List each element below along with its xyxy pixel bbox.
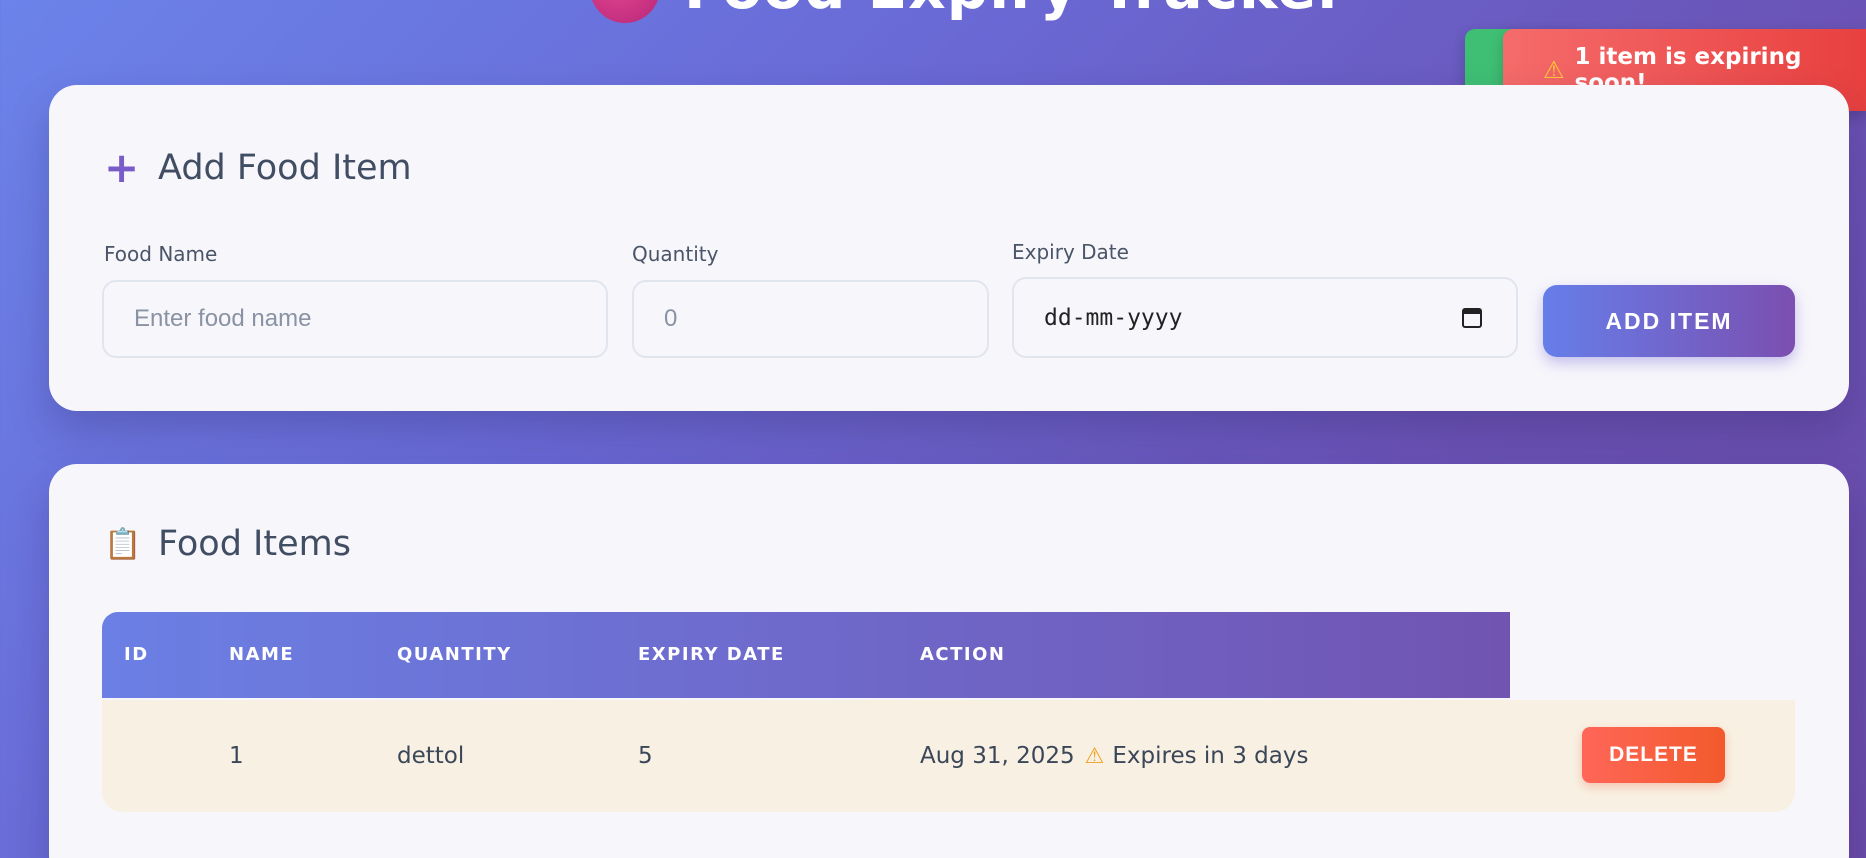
warning-triangle-icon: ⚠ bbox=[1084, 744, 1105, 769]
food-name-placeholder: Enter food name bbox=[134, 305, 312, 332]
food-items-card: 📋 Food Items ID NAME QUANTITY EXPIRY DAT… bbox=[49, 464, 1849, 858]
quantity-input[interactable]: 0 bbox=[632, 280, 989, 358]
plus-icon: + bbox=[104, 143, 140, 192]
add-food-title-text: Add Food Item bbox=[158, 148, 412, 188]
expiry-date-text: Aug 31, 2025 bbox=[920, 743, 1075, 769]
cell-quantity: dettol bbox=[397, 743, 465, 769]
cell-name: 1 bbox=[229, 743, 244, 769]
add-item-button[interactable]: ADD ITEM bbox=[1543, 285, 1795, 357]
expiry-date-placeholder: dd-mm-yyyy bbox=[1044, 304, 1183, 331]
column-header-name: NAME bbox=[229, 644, 295, 665]
clipboard-icon: 📋 bbox=[104, 526, 142, 562]
column-header-expiry-date: EXPIRY DATE bbox=[638, 644, 785, 665]
quantity-label: Quantity bbox=[632, 242, 719, 266]
column-header-id: ID bbox=[124, 644, 149, 665]
food-name-label: Food Name bbox=[104, 242, 218, 266]
cell-action: Aug 31, 2025 ⚠ Expires in 3 days bbox=[920, 700, 1308, 812]
add-food-title: + Add Food Item bbox=[104, 147, 412, 189]
page-title: Food Expiry Tracker bbox=[684, 0, 1347, 22]
food-items-title-text: Food Items bbox=[158, 524, 351, 564]
column-header-quantity: QUANTITY bbox=[397, 644, 512, 665]
column-header-action: ACTION bbox=[920, 644, 1006, 665]
expiry-status: Expires in 3 days bbox=[1112, 743, 1309, 769]
expiry-date-label: Expiry Date bbox=[1012, 240, 1129, 264]
food-items-title: 📋 Food Items bbox=[104, 524, 351, 564]
cell-expiry-date: 5 bbox=[638, 743, 653, 769]
delete-button[interactable]: DELETE bbox=[1582, 727, 1725, 783]
quantity-placeholder: 0 bbox=[664, 305, 678, 332]
calendar-icon[interactable] bbox=[1462, 307, 1482, 328]
page-header: Food Expiry Tracker bbox=[590, 0, 1347, 23]
expiry-date-input[interactable]: dd-mm-yyyy bbox=[1012, 277, 1518, 358]
warning-triangle-icon: ⚠ bbox=[1543, 56, 1565, 84]
table-header: ID NAME QUANTITY EXPIRY DATE ACTION bbox=[102, 612, 1510, 698]
app-logo-icon bbox=[590, 0, 660, 23]
table-row: 1 dettol 5 Aug 31, 2025 ⚠ Expires in 3 day… bbox=[102, 700, 1795, 812]
food-name-input[interactable]: Enter food name bbox=[102, 280, 608, 358]
add-food-card: + Add Food Item Food Name Enter food nam… bbox=[49, 85, 1849, 411]
